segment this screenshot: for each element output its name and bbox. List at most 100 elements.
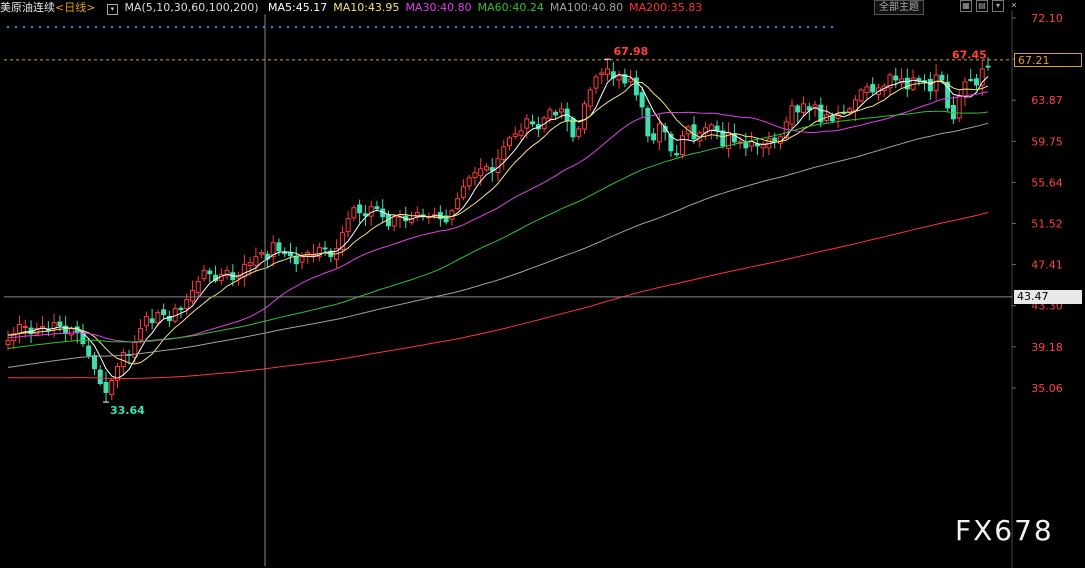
toolbar-dot xyxy=(414,25,418,29)
y-tick-label: 55.64 xyxy=(1031,176,1063,189)
candle-body xyxy=(201,270,207,280)
candle xyxy=(789,99,795,129)
toolbar-dot xyxy=(646,25,650,29)
candle-body xyxy=(968,78,974,81)
candle-body xyxy=(760,144,766,149)
toolbar-dot xyxy=(118,25,122,29)
toolbar-dot xyxy=(750,25,754,29)
candle-body xyxy=(674,153,680,156)
candle xyxy=(351,204,357,222)
candle-body xyxy=(449,210,455,220)
candle-body xyxy=(558,108,564,113)
toolbar-dot xyxy=(302,25,306,29)
candle-body xyxy=(374,206,380,210)
toolbar-dot xyxy=(502,25,506,29)
candle-body xyxy=(985,65,991,68)
candle-body xyxy=(391,216,397,227)
toolbar-dot xyxy=(214,25,218,29)
candle xyxy=(270,235,276,268)
toolbar-dot xyxy=(174,25,178,29)
candle-body xyxy=(282,251,288,255)
toolbar-dot xyxy=(334,25,338,29)
candle xyxy=(5,330,11,351)
chevron-down-icon[interactable]: ▾ xyxy=(106,4,118,15)
candle xyxy=(599,68,605,84)
grid-icon[interactable]: ▦ xyxy=(960,0,972,12)
candle xyxy=(207,267,213,283)
toolbar-dot xyxy=(726,25,730,29)
candle-body xyxy=(933,74,939,92)
last-high-label: 67.45 xyxy=(952,48,987,61)
candle xyxy=(426,212,432,224)
candle-body xyxy=(184,299,190,310)
toolbar-dot xyxy=(166,25,170,29)
candle xyxy=(22,319,28,338)
theme-button[interactable]: 全部主题 xyxy=(874,0,924,15)
dropdown-icon[interactable]: ▾ xyxy=(992,0,1004,12)
toolbar-dot xyxy=(670,25,674,29)
candle xyxy=(720,122,726,149)
candle-body xyxy=(178,307,184,311)
candle-body xyxy=(68,328,74,336)
ma-params[interactable]: MA(5,10,30,60,100,200) xyxy=(124,1,258,14)
candle xyxy=(161,303,167,319)
toolbar-dot xyxy=(70,25,74,29)
layout-icon[interactable]: ▤ xyxy=(976,0,988,12)
candle-body xyxy=(195,281,201,294)
candle-body xyxy=(870,84,876,93)
candle xyxy=(651,128,657,144)
toolbar-dot xyxy=(422,25,426,29)
candle xyxy=(143,311,149,332)
toolbar-dot xyxy=(430,25,434,29)
current-price-box: 67.21 xyxy=(1014,52,1082,67)
candle xyxy=(564,102,570,132)
toolbar-dot xyxy=(606,25,610,29)
candle-body xyxy=(287,252,293,257)
candle xyxy=(120,348,126,376)
toolbar-dot xyxy=(518,25,522,29)
ma-line-MA5 xyxy=(7,73,989,379)
y-tick-label: 35.06 xyxy=(1031,382,1063,395)
candle-body xyxy=(5,340,11,346)
candle xyxy=(80,323,86,347)
toolbar-dot xyxy=(326,25,330,29)
low-label: 33.64 xyxy=(110,404,145,417)
candle xyxy=(466,174,472,191)
candle-body xyxy=(132,342,138,358)
candle-body xyxy=(973,78,979,86)
candle-body xyxy=(161,309,167,316)
candle-body xyxy=(299,256,305,263)
toolbar-dot xyxy=(6,25,10,29)
candle xyxy=(685,124,691,140)
candle xyxy=(605,59,611,81)
close-icon[interactable]: ✕ xyxy=(1008,0,1020,12)
candle-body xyxy=(155,312,161,324)
candlestick-chart[interactable]: 72.1067.9963.8759.7555.6451.5247.4143.30… xyxy=(0,0,1085,568)
candle xyxy=(858,87,864,103)
toolbar-dot xyxy=(766,25,770,29)
candle xyxy=(887,72,893,95)
candle xyxy=(691,116,697,144)
candle xyxy=(518,123,524,141)
toolbar-dot xyxy=(318,25,322,29)
toolbar-dot xyxy=(478,25,482,29)
toolbar-dot xyxy=(526,25,530,29)
candle-body xyxy=(847,108,853,113)
toolbar-dot xyxy=(182,25,186,29)
ma-label-3: MA60:40.24 xyxy=(477,1,544,14)
candle-body xyxy=(893,75,899,81)
toolbar-dot xyxy=(134,25,138,29)
toolbar-dot xyxy=(710,25,714,29)
candle xyxy=(40,315,46,336)
candle-body xyxy=(530,121,536,125)
toolbar-dot xyxy=(654,25,658,29)
period-selector[interactable]: <日线> xyxy=(55,1,95,14)
instrument-title[interactable]: 美原油连续 xyxy=(0,1,55,14)
candle-body xyxy=(645,107,651,137)
toolbar-dot xyxy=(694,25,698,29)
toolbar-dot xyxy=(638,25,642,29)
candle xyxy=(11,327,17,349)
candle xyxy=(495,149,501,182)
candle-body xyxy=(311,254,317,257)
candle-body xyxy=(939,74,945,81)
